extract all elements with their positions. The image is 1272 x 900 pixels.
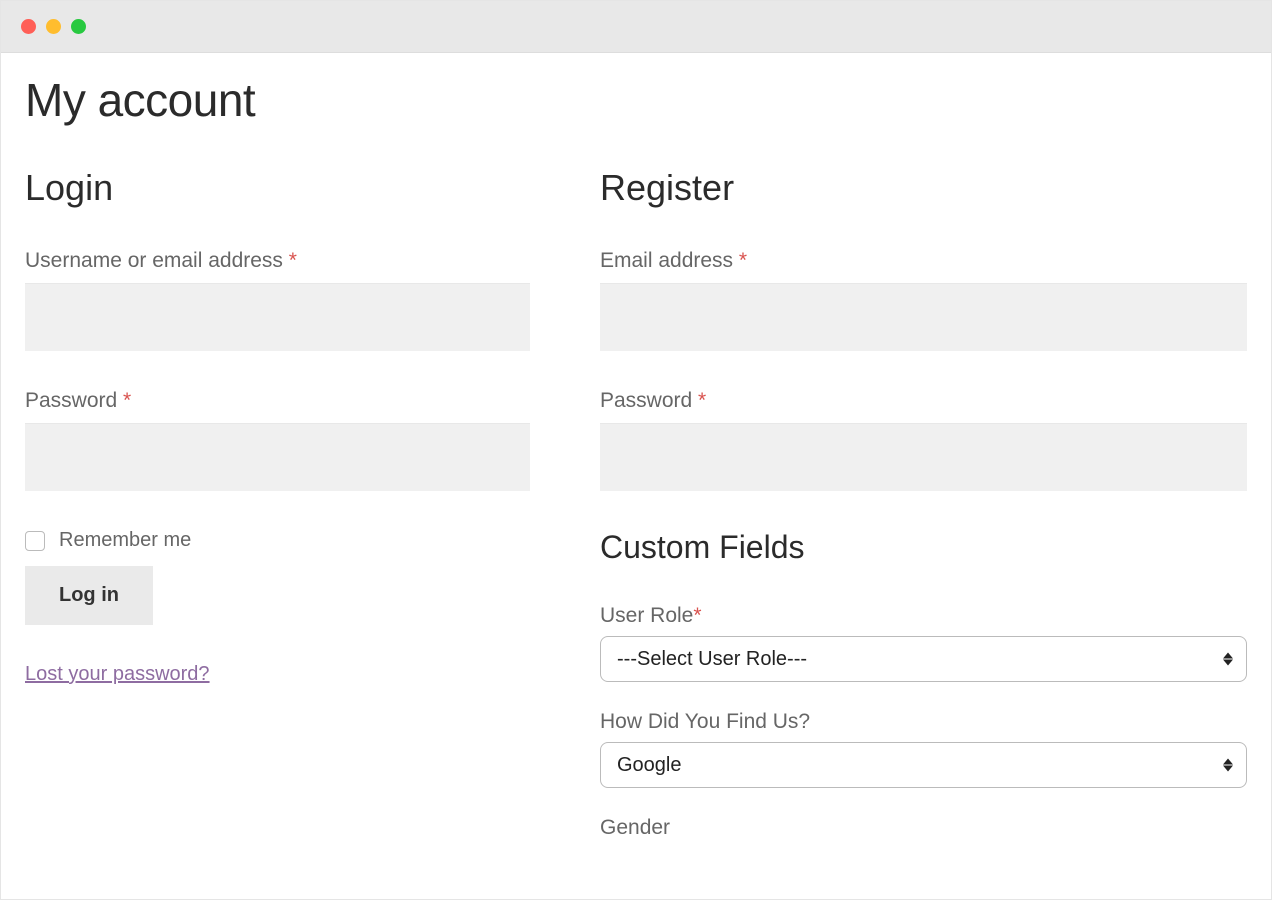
login-button[interactable]: Log in <box>25 566 153 625</box>
register-email-label-text: Email address <box>600 249 739 272</box>
remember-me-label: Remember me <box>59 529 191 552</box>
required-marker: * <box>123 389 131 412</box>
user-role-label: User Role* <box>600 604 1247 628</box>
register-password-label: Password * <box>600 389 1247 413</box>
login-username-group: Username or email address * <box>25 249 530 351</box>
login-heading: Login <box>25 167 530 209</box>
required-marker: * <box>289 249 297 272</box>
page-title: My account <box>25 73 1247 127</box>
register-password-label-text: Password <box>600 389 698 412</box>
register-heading: Register <box>600 167 1247 209</box>
remember-me-checkbox[interactable] <box>25 531 45 551</box>
content-area: My account Login Username or email addre… <box>1 53 1271 888</box>
user-role-group: User Role* ---Select User Role--- <box>600 604 1247 682</box>
login-username-label-text: Username or email address <box>25 249 289 272</box>
login-password-label: Password * <box>25 389 530 413</box>
gender-group: Gender <box>600 816 1247 840</box>
login-password-label-text: Password <box>25 389 123 412</box>
login-column: Login Username or email address * Passwo… <box>25 167 530 868</box>
register-email-group: Email address * <box>600 249 1247 351</box>
find-us-select[interactable]: Google <box>600 742 1247 788</box>
required-marker: * <box>693 604 701 627</box>
find-us-select-wrapper: Google <box>600 742 1247 788</box>
gender-label: Gender <box>600 816 1247 840</box>
register-password-input[interactable] <box>600 423 1247 491</box>
user-role-select[interactable]: ---Select User Role--- <box>600 636 1247 682</box>
remember-me-row: Remember me <box>25 529 530 552</box>
user-role-label-text: User Role <box>600 604 693 627</box>
custom-fields-heading: Custom Fields <box>600 529 1247 566</box>
columns: Login Username or email address * Passwo… <box>25 167 1247 868</box>
lost-password-link[interactable]: Lost your password? <box>25 663 210 686</box>
required-marker: * <box>698 389 706 412</box>
required-marker: * <box>739 249 747 272</box>
login-password-group: Password * <box>25 389 530 491</box>
user-role-select-wrapper: ---Select User Role--- <box>600 636 1247 682</box>
register-password-group: Password * <box>600 389 1247 491</box>
close-window-button[interactable] <box>21 19 36 34</box>
find-us-label: How Did You Find Us? <box>600 710 1247 734</box>
maximize-window-button[interactable] <box>71 19 86 34</box>
register-column: Register Email address * Password * Cust… <box>600 167 1247 868</box>
find-us-group: How Did You Find Us? Google <box>600 710 1247 788</box>
register-email-input[interactable] <box>600 283 1247 351</box>
register-email-label: Email address * <box>600 249 1247 273</box>
login-username-label: Username or email address * <box>25 249 530 273</box>
window: My account Login Username or email addre… <box>0 0 1272 900</box>
titlebar <box>1 1 1271 53</box>
login-password-input[interactable] <box>25 423 530 491</box>
login-username-input[interactable] <box>25 283 530 351</box>
minimize-window-button[interactable] <box>46 19 61 34</box>
